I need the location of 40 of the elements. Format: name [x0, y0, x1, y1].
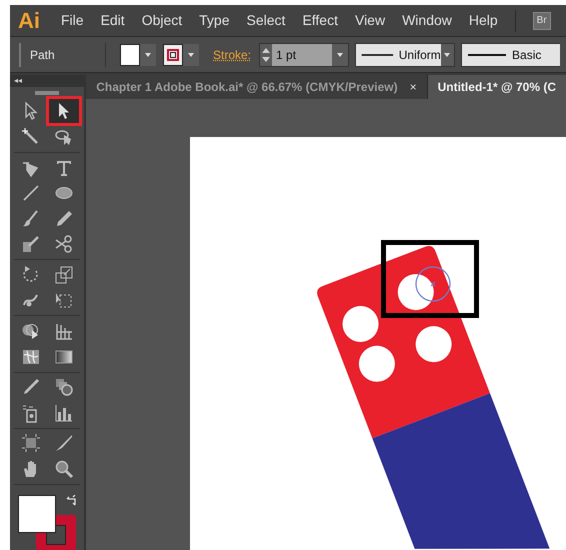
fill-swatch-button[interactable] [120, 42, 156, 66]
profile-dropdown[interactable]: Uniform [355, 42, 456, 66]
stroke-weight-field[interactable]: 1 pt [259, 42, 350, 66]
tool-button[interactable] [48, 99, 79, 124]
stroke-swatch-button[interactable] [163, 42, 199, 66]
bar-graph-icon [54, 402, 74, 423]
stroke-link[interactable]: Stroke: [213, 46, 252, 64]
cursor-circle-icon [416, 266, 451, 302]
scale-icon [54, 264, 74, 285]
menu-item[interactable]: Edit [100, 10, 125, 31]
menu-item[interactable]: Help [468, 10, 498, 31]
menu-item[interactable]: Select [246, 10, 286, 31]
perspective-grid-icon [54, 321, 74, 342]
menu-item[interactable]: Type [199, 10, 230, 31]
menu-item[interactable]: Object [142, 10, 182, 31]
bridge-button[interactable]: Br [532, 12, 551, 30]
document-tab[interactable]: Untitled-1* @ 70% (C [428, 75, 566, 99]
menu-item[interactable]: Effect [302, 10, 338, 31]
menu-item[interactable]: File [61, 10, 84, 31]
brush-dropdown[interactable]: Basic [461, 42, 560, 66]
shape-builder-icon [20, 321, 41, 342]
menu-item[interactable]: View [354, 10, 386, 31]
app-logo: Ai [18, 7, 40, 35]
grip-icon [18, 42, 22, 66]
blend-shapes-icon [54, 377, 74, 398]
swap-arrow-icon [66, 494, 78, 507]
fill-color-swatch[interactable] [18, 494, 56, 533]
collapse-button[interactable]: ◂◂ [14, 76, 22, 85]
selection-label: Path [30, 46, 56, 64]
scissors-icon [54, 234, 74, 254]
grip-icon [35, 90, 60, 95]
close-button[interactable]: × [410, 78, 417, 96]
search-icon [54, 459, 74, 480]
stroke-swatch-icon [167, 48, 179, 60]
stroke-line-icon [360, 52, 395, 56]
stroke-line-icon [466, 52, 508, 56]
eraser-icon [20, 234, 41, 254]
menu-item[interactable]: Window [402, 10, 452, 31]
line-segment-icon [20, 183, 41, 204]
artboard-icon [20, 433, 41, 454]
